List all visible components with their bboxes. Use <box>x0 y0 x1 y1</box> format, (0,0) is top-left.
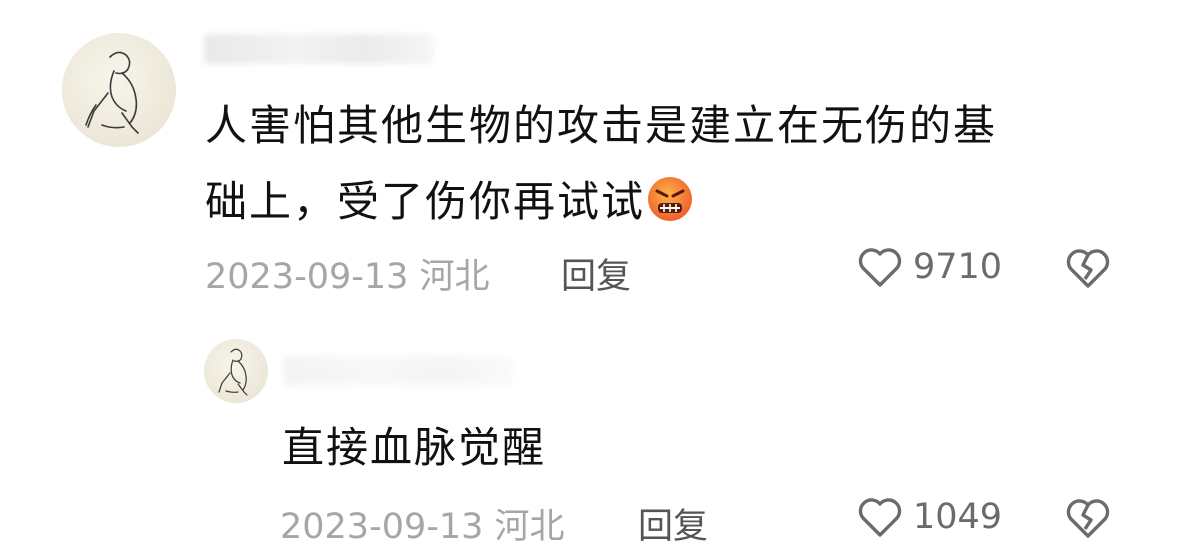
avatar[interactable] <box>62 33 176 147</box>
reply-reply-button[interactable]: 回复 <box>638 498 708 549</box>
reply-button[interactable]: 回复 <box>561 248 631 299</box>
reply-text: 直接血脉觉醒 <box>282 423 547 472</box>
comment-meta: 2023-09-13 河北 <box>205 248 490 299</box>
comment-line-2: 础上，受了伤你再试试 <box>205 164 1105 240</box>
reply-dislike-button[interactable] <box>1064 496 1112 540</box>
comment-text: 人害怕其他生物的攻击是建立在无伤的基 础上，受了伤你再试试 <box>205 88 1105 240</box>
like-button[interactable]: 9710 <box>857 246 1002 288</box>
comment-date: 2023-09-13 <box>205 257 409 297</box>
comment-location: 河北 <box>419 257 490 297</box>
reply-meta: 2023-09-13 河北 <box>280 498 565 549</box>
comment-line-1: 人害怕其他生物的攻击是建立在无伤的基 <box>205 101 998 150</box>
heart-icon <box>858 498 902 537</box>
heart-icon <box>858 248 902 287</box>
like-count: 9710 <box>913 247 1003 287</box>
avatar-sketch-icon <box>85 51 139 134</box>
reply-username[interactable] <box>283 356 513 386</box>
reply-like-button[interactable]: 1049 <box>857 496 1002 538</box>
avatar-sketch-icon <box>218 348 248 396</box>
username[interactable] <box>204 34 434 64</box>
reply-avatar[interactable] <box>204 339 268 403</box>
angry-face-icon <box>648 177 693 221</box>
dislike-button[interactable] <box>1064 246 1112 290</box>
reply-date: 2023-09-13 <box>280 507 484 547</box>
broken-heart-icon <box>1066 249 1110 288</box>
reply-location: 河北 <box>494 507 565 547</box>
comment-line-2-text: 础上，受了伤你再试试 <box>205 177 646 226</box>
broken-heart-icon <box>1066 499 1110 538</box>
reply-like-count: 1049 <box>913 497 1003 537</box>
